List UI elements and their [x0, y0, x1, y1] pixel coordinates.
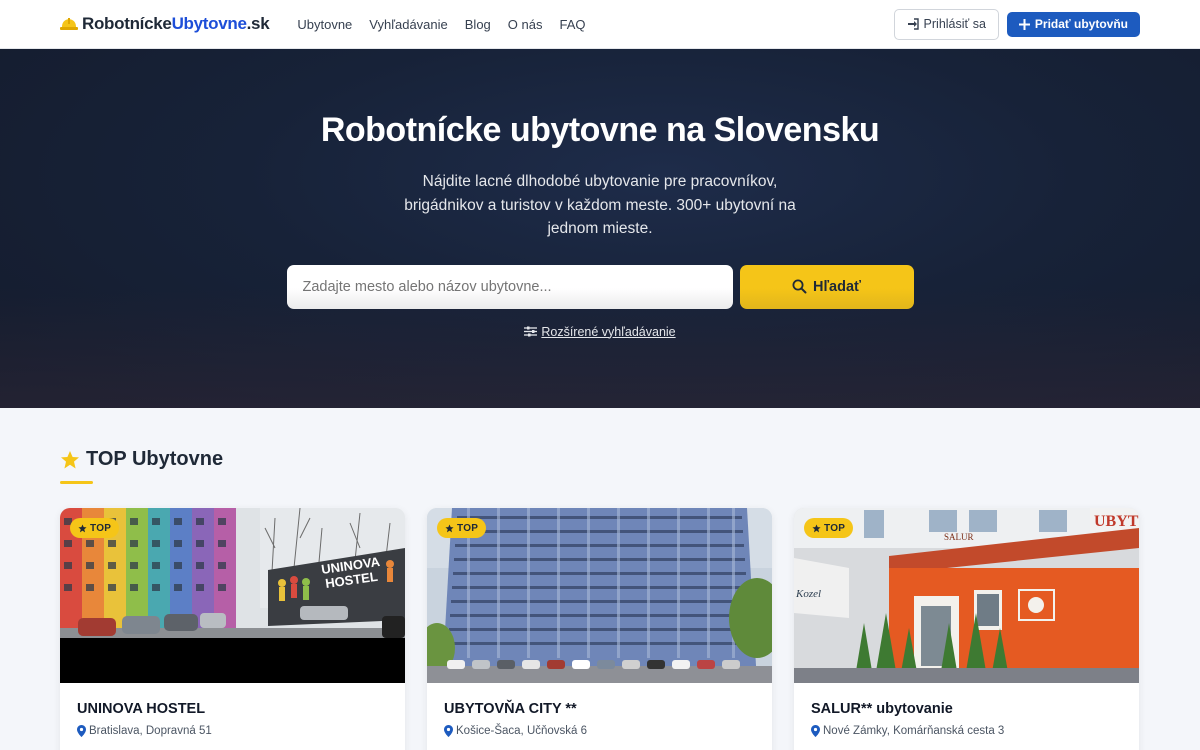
card-title[interactable]: UBYTOVŇA CITY **	[427, 683, 772, 717]
star-icon	[61, 450, 79, 468]
section-title-text: TOP Ubytovne	[86, 448, 224, 470]
search-button-label: Hľadať	[813, 278, 861, 295]
accommodation-card[interactable]: TOP UBYTOVŇA CITY ** Košice-Šaca, Učňovs…	[427, 508, 772, 750]
plus-icon	[1018, 18, 1030, 30]
map-pin-icon	[811, 725, 820, 737]
top-navbar: Robotnícke Ubytovne .sk Ubytovne Vyhľadáva…	[0, 0, 1200, 49]
hardhat-icon	[60, 18, 78, 30]
site-logo[interactable]: Robotnícke Ubytovne .sk	[60, 14, 270, 34]
add-accommodation-button[interactable]: Pridať ubytovňu	[1006, 11, 1140, 37]
menu-item-faq[interactable]: FAQ	[559, 17, 585, 32]
section-title: TOP Ubytovne	[60, 448, 1140, 471]
advanced-search-link[interactable]: Rozšírené vyhľadávanie	[524, 324, 676, 339]
hero-subtitle: Nájdite lacné dlhodobé ubytovanie pre pr…	[404, 173, 796, 237]
top-badge: TOP	[804, 518, 854, 538]
top-badge-label: TOP	[457, 522, 479, 534]
salur-door-sign: SALUR	[944, 532, 974, 542]
cards-grid: UNINOVA HOSTEL TOP UNINOVA HOSTEL Bratis…	[60, 508, 1140, 750]
search-bar: Hľadať	[0, 264, 1200, 309]
card-title[interactable]: UNINOVA HOSTEL	[60, 683, 405, 717]
card-address-text: Bratislava, Dopravná 51	[89, 725, 212, 737]
main-menu: Ubytovne Vyhľadávanie Blog O nás FAQ	[297, 17, 585, 32]
add-accommodation-label: Pridať ubytovňu	[1034, 17, 1128, 31]
top-accommodations-section: TOP Ubytovne UNINOVA HOSTEL TOP UNINOVA …	[0, 408, 1200, 750]
logo-text-part1: Robotnícke	[82, 14, 172, 33]
menu-item-ubytovne[interactable]: Ubytovne	[297, 17, 352, 32]
top-badge-label: TOP	[90, 522, 112, 534]
sign-in-icon	[907, 18, 919, 30]
search-input[interactable]	[286, 264, 733, 309]
card-address: Nové Zámky, Komárňanská cesta 3	[794, 717, 1139, 737]
advanced-search-label: Rozšírené vyhľadávanie	[541, 324, 676, 339]
top-badge-label: TOP	[824, 522, 846, 534]
login-button[interactable]: Prihlásiť sa	[893, 8, 999, 40]
card-image-city[interactable]: TOP	[427, 508, 772, 683]
top-badge: TOP	[70, 518, 120, 538]
logo-text-part3: .sk	[246, 14, 270, 33]
card-address-text: Košice-Šaca, Učňovská 6	[456, 725, 588, 737]
salur-roof-sign: UBYT	[1094, 513, 1139, 530]
map-pin-icon	[77, 725, 86, 737]
search-icon	[792, 279, 807, 294]
card-address: Bratislava, Dopravná 51	[60, 717, 405, 737]
menu-item-vyhladavanie[interactable]: Vyhľadávanie	[369, 17, 447, 32]
star-icon	[445, 523, 454, 532]
card-address-text: Nové Zámky, Komárňanská cesta 3	[823, 725, 1005, 737]
card-image-uninova[interactable]: UNINOVA HOSTEL TOP	[60, 508, 405, 683]
map-pin-icon	[444, 725, 453, 737]
menu-item-blog[interactable]: Blog	[465, 17, 491, 32]
hero-title: Robotnícke ubytovne na Slovensku	[320, 111, 880, 149]
logo-text-part2: Ubytovne	[171, 14, 247, 33]
top-badge: TOP	[437, 518, 487, 538]
kozel-sign: Kozel	[795, 588, 821, 600]
card-image-salur[interactable]: UBYT SALUR Kozel TOP	[794, 508, 1139, 683]
search-button[interactable]: Hľadať	[739, 264, 914, 309]
star-icon	[78, 523, 87, 532]
login-label: Prihlásiť sa	[923, 17, 986, 31]
card-address: Košice-Šaca, Učňovská 6	[427, 717, 772, 737]
card-title[interactable]: SALUR** ubytovanie	[794, 683, 1139, 717]
star-icon	[812, 523, 821, 532]
sliders-icon	[524, 326, 538, 337]
accommodation-card[interactable]: UNINOVA HOSTEL TOP UNINOVA HOSTEL Bratis…	[60, 508, 405, 750]
accommodation-card[interactable]: UBYT SALUR Kozel TOP SALUR** ubytovanie …	[794, 508, 1139, 750]
menu-item-o-nas[interactable]: O nás	[508, 17, 543, 32]
nav-actions: Prihlásiť sa Pridať ubytovňu	[893, 8, 1140, 40]
hero-section: Robotnícke ubytovne na Slovensku Nájdite…	[0, 49, 1200, 408]
section-title-underline	[60, 481, 93, 484]
